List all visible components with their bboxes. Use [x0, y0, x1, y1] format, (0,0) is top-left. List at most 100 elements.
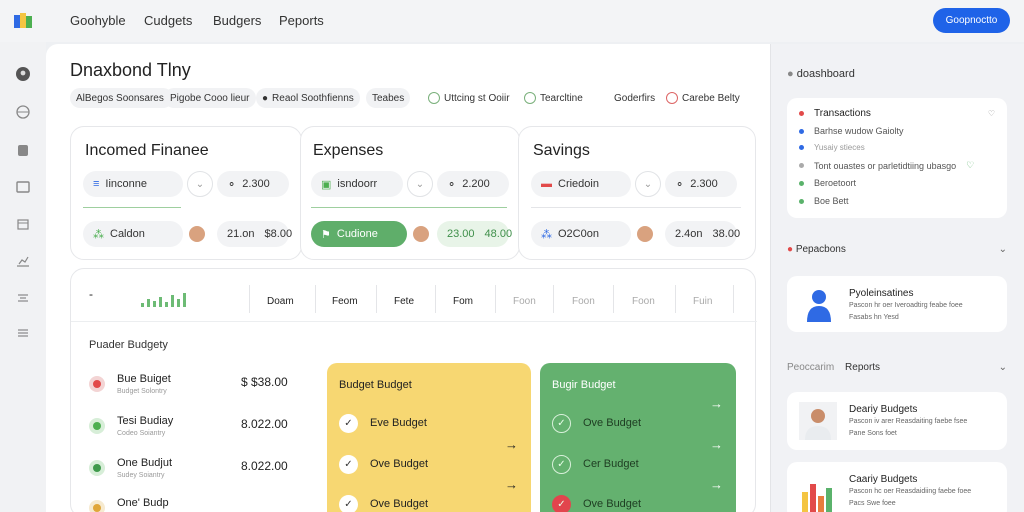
budget-check-item[interactable]: ✓ Ove Budget [339, 494, 428, 512]
filter-chip-8[interactable]: Carebe Belty [660, 88, 746, 108]
coin-icon: ⚬ [227, 178, 237, 191]
expenses-row-values: 23.00 48.00 [437, 221, 512, 247]
column-header[interactable]: Foon [513, 296, 536, 307]
transaction-row[interactable]: Barhse wudow Gaiolty [799, 126, 904, 136]
savings-row-pill[interactable]: ⁂ O2C0on [531, 221, 631, 247]
income-row-pill[interactable]: ⁂ Caldon [83, 221, 183, 247]
document-icon[interactable] [15, 179, 31, 195]
wallet-icon[interactable] [15, 142, 31, 158]
brand-logo-icon[interactable] [14, 13, 32, 29]
divider [311, 207, 507, 208]
column-separator [376, 285, 377, 313]
bar-icon: ≡ [93, 178, 100, 190]
budget-row[interactable]: One' Budp [89, 497, 299, 512]
transaction-row[interactable]: Tont ouastes or parletidtiing ubasgo ♡ [799, 160, 974, 171]
savings-value-pill: ⚬ 2.300 [665, 171, 737, 197]
top-bar: Goohyble Cudgets Budgers Peports Goopnoc… [0, 0, 1024, 42]
filter-chip-2[interactable]: Pigobe Cooo lieur [164, 88, 256, 108]
calendar-icon[interactable] [15, 216, 31, 232]
section-header-reports[interactable]: Peoccarim Reports ⌄ [787, 362, 1007, 373]
flag-icon: ▬ [541, 178, 552, 190]
square-icon: ▣ [321, 178, 332, 191]
savings-pill[interactable]: ▬ Criedoin [531, 171, 631, 197]
income-pill[interactable]: ≡ Iinconne [83, 171, 183, 197]
budget-section-title: Puader Budgety [89, 339, 168, 351]
arrow-right-icon[interactable]: → [710, 437, 723, 452]
heart-icon[interactable]: ♡ [988, 109, 995, 118]
primary-action-button[interactable]: Goopnoctto [933, 8, 1010, 33]
budget-row-icon [89, 376, 105, 392]
column-header[interactable]: Fuin [693, 296, 712, 307]
flag-icon: ⚑ [321, 228, 331, 241]
column-header[interactable]: Foon [632, 296, 655, 307]
expenses-row-pill[interactable]: ⚑ Cudione [311, 221, 407, 247]
budget-check-item[interactable]: ✓ Ove Budget [339, 454, 428, 474]
check-icon: ✓ [552, 413, 571, 433]
column-header[interactable]: Feom [332, 296, 358, 307]
transactions-title[interactable]: Transactions [799, 108, 871, 119]
transaction-row[interactable]: Beroetoort [799, 178, 856, 188]
page-title: Dnaxbond Tlny [70, 60, 191, 80]
dots-icon: ⁂ [93, 228, 104, 241]
budget-check-item[interactable]: ✓ Cer Budget [552, 454, 639, 474]
transaction-row[interactable]: Yusaiy stieces [799, 143, 865, 152]
check-icon: ✓ [339, 413, 358, 433]
column-header[interactable]: Foon [572, 296, 595, 307]
filter-chip-3[interactable]: ● Reaol Soothfienns [256, 88, 360, 108]
chevron-down-icon[interactable]: ⌄ [187, 171, 213, 197]
filter-chip-5[interactable]: Uttcing st Ooiir [422, 88, 516, 108]
globe-icon[interactable] [15, 104, 31, 120]
arrow-right-icon[interactable]: → [710, 477, 723, 492]
budget-card-yellow[interactable]: Budget Budget ✓ Eve Budget ✓ Ove Budget … [327, 363, 531, 512]
list-icon[interactable] [15, 290, 31, 306]
person-icon: ● [262, 92, 269, 104]
arrow-right-icon[interactable]: → [505, 477, 518, 492]
column-separator [675, 285, 676, 313]
section-header-pepacbons[interactable]: ● Pepacbons ⌄ [787, 244, 1007, 255]
chart-icon[interactable] [15, 253, 31, 269]
chevron-down-icon[interactable]: ⌄ [407, 171, 433, 197]
check-circle-icon [428, 92, 440, 104]
check-icon: ✓ [552, 454, 571, 474]
transaction-row[interactable]: Boe Bett [799, 196, 849, 206]
report-card[interactable]: Caariy Budgets Pascon hc oer Reasdaidiin… [787, 462, 1007, 512]
dashboard-label[interactable]: ● doashboard [787, 68, 855, 80]
budget-amount: 8.022.00 [241, 459, 288, 473]
chevron-down-icon: ⌄ [998, 362, 1007, 373]
budget-check-item[interactable]: ✓ Ove Budget [552, 413, 641, 433]
income-card: Incomed Finanee ≡ Iinconne ⌄ ⚬ 2.300 ⁂ C… [70, 126, 302, 260]
dot-icon [799, 198, 804, 204]
brand-name[interactable]: Goohyble [70, 13, 126, 28]
report-card[interactable]: Deariy Budgets Pascon iv arer Reasdaitin… [787, 392, 1007, 450]
column-separator [435, 285, 436, 313]
menu-icon[interactable] [15, 325, 31, 341]
budget-card-green[interactable]: Bugir Budget → ✓ Ove Budget → ✓ Cer Budg… [540, 363, 736, 512]
column-header[interactable]: Fete [394, 296, 414, 307]
column-header[interactable]: Doam [267, 296, 294, 307]
income-card-title: Incomed Finanee [85, 142, 209, 159]
filter-chip-7[interactable]: Goderfirs [608, 88, 661, 108]
expenses-card-title: Expenses [313, 142, 384, 159]
filter-chip-4[interactable]: Teabes [366, 88, 411, 108]
nav-item-peports[interactable]: Peports [279, 13, 324, 28]
chevron-down-icon[interactable]: ⌄ [635, 171, 661, 197]
expenses-pill[interactable]: ▣ isndoorr [311, 171, 403, 197]
payments-card[interactable]: Pyoleinsatines Pascon hr oer Iveroadtirg… [787, 276, 1007, 332]
budget-row-icon [89, 500, 105, 512]
budget-check-item[interactable]: ✓ Eve Budget [339, 413, 427, 433]
filter-chip-1[interactable]: AlBegos Soonsares. [70, 88, 173, 108]
nav-item-budgers[interactable]: Budgers [213, 13, 261, 28]
filter-chip-6[interactable]: Tearcltine [518, 88, 589, 108]
left-rail [0, 42, 46, 512]
expenses-value-pill: ⚬ 2.200 [437, 171, 509, 197]
collapse-toggle[interactable]: - [89, 287, 93, 301]
nav-item-cudgets[interactable]: Cudgets [144, 13, 192, 28]
budget-check-item[interactable]: ✓ Ove Budget [552, 494, 641, 512]
column-header[interactable]: Fom [453, 296, 473, 307]
arrow-right-icon[interactable]: → [710, 396, 723, 411]
income-value-pill: ⚬ 2.300 [217, 171, 289, 197]
main-panel: Dnaxbond Tlny AlBegos Soonsares. Pigobe … [46, 44, 770, 512]
check-icon: ✓ [339, 454, 358, 474]
profile-icon[interactable] [15, 66, 31, 82]
arrow-right-icon[interactable]: → [505, 437, 518, 452]
